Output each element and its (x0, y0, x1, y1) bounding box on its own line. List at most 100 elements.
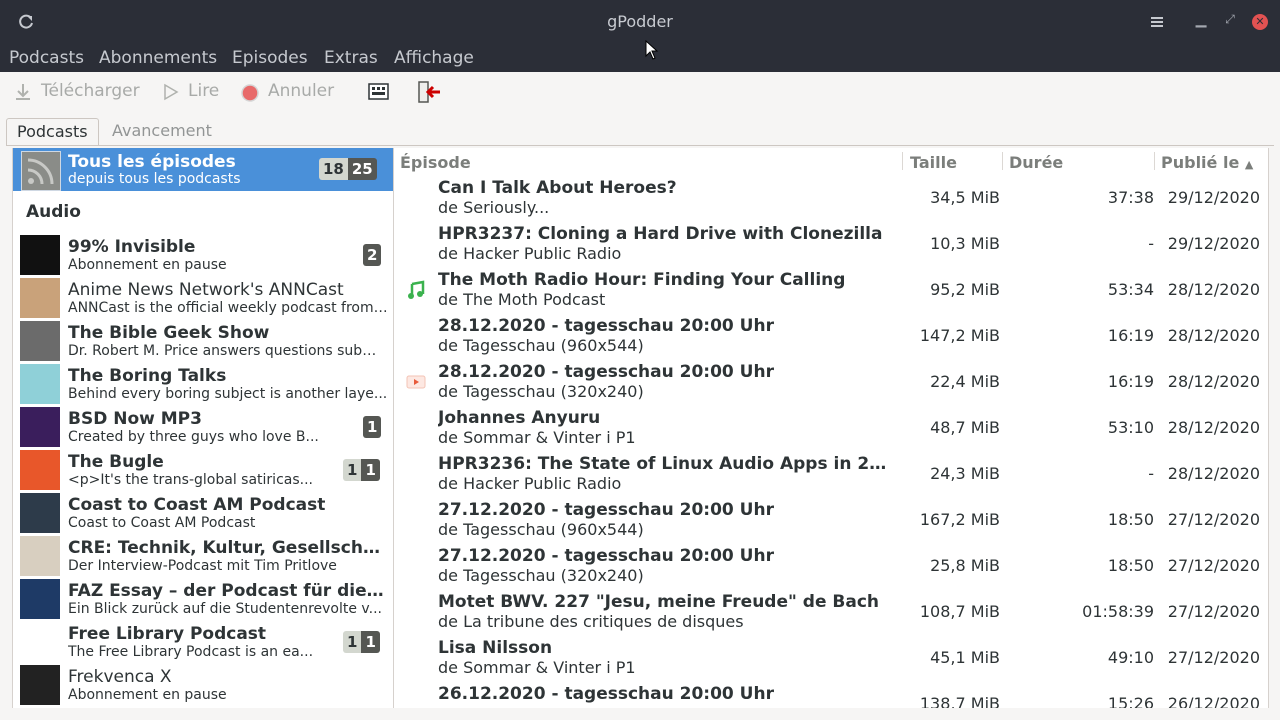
menu-extras[interactable]: Extras (324, 48, 378, 68)
episode-date: 27/12/2020 (1167, 556, 1260, 575)
episode-title: 28.12.2020 - tagesschau 20:00 Uhr (438, 316, 774, 336)
episode-row[interactable]: Can I Talk About Heroes? de Seriously... 3… (394, 176, 1268, 222)
episode-date: 28/12/2020 (1167, 280, 1260, 299)
episode-podcast: de Tagesschau (960x544) (438, 520, 644, 539)
podcast-description: Der Interview-Podcast mit Tim Pritlove (68, 558, 337, 574)
podcast-cover-image (20, 407, 60, 447)
episode-duration: 15:26 (1107, 694, 1154, 708)
all-episodes-row[interactable]: Tous les épisodes depuis tous les podcas… (13, 148, 393, 191)
podcast-row[interactable]: BSD Now MP3 Created by three guys who lov… (13, 406, 393, 449)
episode-title: Johannes Anyuru (438, 408, 601, 428)
podcast-name: Anime News Network's ANNCast (68, 280, 344, 300)
episode-row[interactable]: Motet BWV. 227 "Jesu, meine Freude" de B… (394, 590, 1268, 636)
episode-duration: - (1148, 234, 1154, 253)
menu-episodes[interactable]: Episodes (232, 48, 308, 68)
podcast-cover-image (20, 622, 60, 662)
episode-title: 27.12.2020 - tagesschau 20:00 Uhr (438, 500, 774, 520)
episode-title: The Moth Radio Hour: Finding Your Callin… (438, 270, 846, 290)
episode-row[interactable]: 28.12.2020 - tagesschau 20:00 Uhr de Tage… (394, 314, 1268, 360)
downloaded-count-badge: 25 (347, 158, 377, 180)
section-label-audio: Audio (26, 202, 81, 222)
menu-bar: Podcasts Abonnements Episodes Extras Aff… (0, 44, 1280, 72)
podcast-row[interactable]: The Bible Geek Show Dr. Robert M. Price a… (13, 320, 393, 363)
tab-divider (6, 145, 1274, 146)
count-badge: 1 (361, 631, 380, 653)
count-badge: 1 (363, 416, 382, 438)
podcast-row[interactable]: Frekvenca X Abonnement en pause (13, 664, 393, 707)
play-icon (164, 83, 179, 101)
podcast-row[interactable]: 99% Invisible Abonnement en pause 2 (13, 234, 393, 277)
tab-progress[interactable]: Avancement (102, 118, 222, 144)
episode-title: HPR3236: The State of Linux Audio Apps i… (438, 454, 898, 474)
menu-podcasts[interactable]: Podcasts (9, 48, 84, 68)
podcast-description: Ein Blick zurück auf die Studentenrevolt… (68, 601, 382, 617)
episode-row[interactable]: 27.12.2020 - tagesschau 20:00 Uhr de Tage… (394, 544, 1268, 590)
episode-title: 26.12.2020 - tagesschau 20:00 Uhr (438, 684, 774, 704)
episode-podcast: de Sommar & Vinter i P1 (438, 428, 636, 447)
podcast-description: Behind every boring subject is another l… (68, 386, 388, 402)
menu-subscriptions[interactable]: Abonnements (99, 48, 217, 68)
podcast-name: The Bugle (68, 452, 164, 472)
podcast-name: Free Library Podcast (68, 624, 267, 644)
cancel-button[interactable]: Annuler (240, 80, 350, 104)
download-icon (16, 84, 30, 100)
audio-file-icon (408, 280, 425, 299)
episode-podcast: de Sommar & Vinter i P1 (438, 658, 636, 677)
window-title: gPodder (607, 12, 673, 31)
episode-size: 147,2 MiB (919, 326, 1000, 345)
play-button[interactable]: Lire (162, 80, 232, 104)
episode-row[interactable]: Lisa Nilsson de Sommar & Vinter i P1 45,1 … (394, 636, 1268, 682)
episode-duration: 18:50 (1107, 510, 1154, 529)
podcast-description: <p>It's the trans-global satiricas... (68, 472, 313, 488)
episode-date: 28/12/2020 (1167, 418, 1260, 437)
podcast-name: Frekvenca X (68, 667, 172, 687)
download-button[interactable]: Télécharger (12, 80, 172, 104)
podcast-name: The Boring Talks (68, 366, 227, 386)
episode-size: 138,7 MiB (919, 694, 1000, 708)
toolbar: Télécharger Lire Annuler (0, 72, 1280, 112)
hamburger-menu-icon[interactable] (1147, 13, 1167, 31)
episode-list[interactable]: Épisode Taille Durée Publié le ▲ Can I T… (394, 148, 1269, 708)
podcast-count-badges: 11 (343, 631, 380, 653)
podcast-row[interactable]: FAZ Essay – der Podcast für die ... Ein B… (13, 578, 393, 621)
minimize-button[interactable]: ▁ (1193, 12, 1209, 32)
podcast-description: Abonnement en pause (68, 257, 227, 273)
episode-duration: 53:34 (1107, 280, 1154, 299)
close-button[interactable]: ✕ (1252, 14, 1268, 30)
menu-view[interactable]: Affichage (394, 48, 474, 68)
podcast-row[interactable]: The Boring Talks Behind every boring subj… (13, 363, 393, 406)
preferences-icon[interactable] (368, 82, 390, 102)
tab-podcasts[interactable]: Podcasts (6, 118, 99, 145)
podcast-description: Dr. Robert M. Price answers questions su… (68, 343, 388, 359)
episode-row[interactable]: 27.12.2020 - tagesschau 20:00 Uhr de Tage… (394, 498, 1268, 544)
count-badge: 1 (361, 459, 380, 481)
episode-row[interactable]: Johannes Anyuru de Sommar & Vinter i P1 48… (394, 406, 1268, 452)
episode-title: 28.12.2020 - tagesschau 20:00 Uhr (438, 362, 774, 382)
episode-row[interactable]: 28.12.2020 - tagesschau 20:00 Uhr de Tage… (394, 360, 1268, 406)
episode-podcast: de Tagesschau (320x240) (438, 566, 644, 585)
podcast-cover-image (20, 665, 60, 705)
episode-title: Lisa Nilsson (438, 638, 553, 658)
maximize-button[interactable]: ⤢ (1222, 12, 1238, 32)
published-header-label: Publié le (1161, 153, 1240, 172)
podcast-row[interactable]: Coast to Coast AM Podcast Coast to Coast … (13, 492, 393, 535)
podcast-cover-image (20, 536, 60, 576)
podcast-row[interactable]: CRE: Technik, Kultur, Gesellschaft Der In… (13, 535, 393, 578)
episode-row[interactable]: HPR3236: The State of Linux Audio Apps i… (394, 452, 1268, 498)
podcast-name: CRE: Technik, Kultur, Gesellschaft (68, 538, 388, 558)
podcast-row[interactable]: Free Library Podcast The Free Library Pod… (13, 621, 393, 664)
podcast-list[interactable]: Tous les épisodes depuis tous les podcas… (12, 148, 394, 708)
episode-title: Can I Talk About Heroes? (438, 178, 677, 198)
podcast-cover-image (20, 235, 60, 275)
count-badge: 2 (363, 244, 382, 266)
episode-row[interactable]: HPR3237: Cloning a Hard Drive with Clone… (394, 222, 1268, 268)
episode-row[interactable]: 26.12.2020 - tagesschau 20:00 Uhr 138,7 M… (394, 682, 1268, 708)
all-episodes-title: Tous les épisodes (68, 152, 236, 172)
quit-icon[interactable] (418, 81, 442, 103)
podcast-row[interactable]: Anime News Network's ANNCast ANNCast is t… (13, 277, 393, 320)
episode-size: 25,8 MiB (930, 556, 1000, 575)
podcast-row[interactable]: The Bugle <p>It's the trans-global satiri… (13, 449, 393, 492)
episode-row[interactable]: The Moth Radio Hour: Finding Your Callin… (394, 268, 1268, 314)
episode-date: 28/12/2020 (1167, 372, 1260, 391)
episode-duration: - (1148, 464, 1154, 483)
